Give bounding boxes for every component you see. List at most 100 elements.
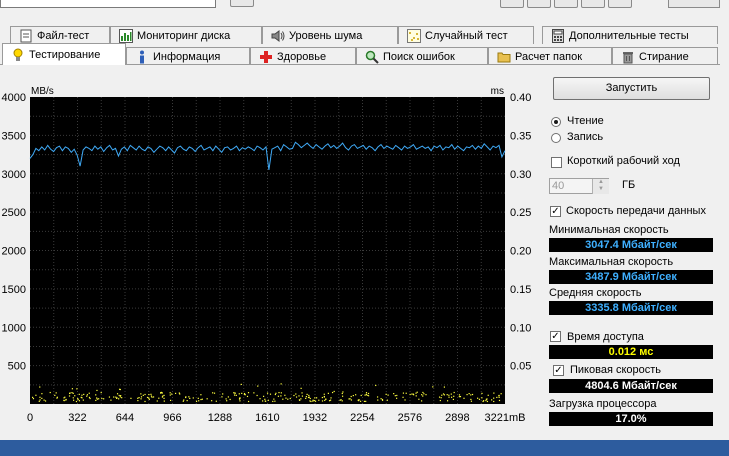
access-time-point	[486, 400, 489, 403]
speaker-icon	[271, 29, 285, 43]
copy-image-button[interactable]	[554, 0, 578, 8]
access-time-point	[301, 392, 303, 394]
tab-label: Дополнительные тесты	[569, 29, 689, 42]
copy-text-button[interactable]	[527, 0, 551, 8]
access-time-point	[221, 396, 223, 398]
access-time-point	[215, 400, 217, 402]
access-time-point	[500, 393, 502, 395]
tab-label: Информация	[153, 50, 221, 63]
access-time-point	[478, 398, 481, 400]
folder-icon	[497, 50, 511, 64]
y-left-tick-label: 2500	[2, 207, 26, 219]
access-time-point	[68, 395, 71, 397]
spin-down-button[interactable]: ▼	[592, 186, 609, 194]
x-tick-label: 1932	[303, 412, 327, 424]
tab-file-test[interactable]: Файл-тест	[10, 26, 110, 44]
min-speed-label: Минимальная скорость	[549, 224, 669, 236]
copy-button[interactable]	[500, 0, 524, 8]
access-time-point	[405, 392, 407, 394]
access-time-point	[118, 388, 121, 390]
tab-error-scan[interactable]: Поиск ошибок	[356, 47, 488, 65]
drive-select-field[interactable]	[0, 0, 216, 8]
drive-info-button[interactable]	[668, 0, 720, 8]
x-tick-label: 3221mB	[485, 412, 526, 424]
access-time-point	[188, 396, 190, 398]
access-time-point	[421, 400, 423, 402]
access-time-point	[266, 392, 269, 394]
tab-noise-level[interactable]: Уровень шума	[262, 26, 398, 44]
access-time-point	[355, 394, 357, 396]
access-time-point	[376, 396, 379, 398]
access-time-point	[458, 396, 460, 398]
transfer-rate-checkbox[interactable]: ✓	[550, 206, 561, 217]
access-time-point	[425, 394, 427, 396]
access-time-point	[151, 396, 153, 398]
y-left-tick-label: 3000	[2, 169, 26, 181]
access-time-point	[72, 397, 74, 399]
tab-disk-monitor[interactable]: Мониторинг диска	[110, 26, 262, 44]
access-time-point	[314, 400, 317, 402]
access-time-point	[74, 395, 76, 397]
access-time-point	[226, 400, 228, 402]
access-time-point	[198, 400, 200, 402]
access-time-point	[458, 394, 461, 396]
access-time-point	[80, 396, 82, 398]
tab-erase[interactable]: Стирание	[612, 47, 718, 65]
access-time-point	[402, 392, 405, 394]
access-time-point	[453, 395, 455, 397]
x-tick-label: 644	[116, 412, 134, 424]
tab-extra-tests[interactable]: Дополнительные тесты	[542, 26, 718, 44]
exit-button[interactable]	[230, 0, 254, 7]
access-time-point	[192, 397, 194, 399]
access-time-point	[71, 388, 74, 390]
burst-rate-label: Пиковая скорость	[570, 364, 662, 376]
access-time-point	[213, 392, 216, 394]
y-right-unit: ms	[491, 86, 504, 97]
access-time-point	[73, 399, 75, 401]
short-stroke-checkbox[interactable]	[551, 157, 562, 168]
tab-folder-usage[interactable]: Расчет папок	[488, 47, 612, 65]
access-time-point	[421, 394, 423, 396]
access-time-value: 0.012 мс	[549, 345, 713, 359]
access-time-point	[197, 397, 199, 399]
access-time-point	[146, 396, 149, 399]
access-time-point	[163, 400, 165, 402]
access-time-point	[116, 397, 118, 399]
access-time-point	[377, 399, 379, 401]
access-time-point	[234, 392, 236, 394]
access-time-point	[108, 396, 111, 398]
access-time-point	[453, 391, 455, 394]
tab-random-test[interactable]: Случайный тест	[398, 26, 534, 44]
access-time-point	[137, 397, 139, 399]
burst-rate-value: 4804.6 Мбайт/сек	[549, 379, 713, 393]
access-time-point	[350, 395, 352, 398]
options-button[interactable]	[608, 0, 632, 8]
tab-health[interactable]: Здоровье	[250, 47, 356, 65]
access-time-checkbox[interactable]: ✓	[550, 331, 561, 342]
burst-rate-checkbox[interactable]: ✓	[553, 365, 564, 376]
write-radio[interactable]	[551, 133, 561, 143]
y-left-tick-label: 4000	[2, 92, 26, 104]
access-time-point	[269, 393, 272, 395]
tab-info[interactable]: Информация	[126, 47, 250, 65]
access-time-point	[83, 393, 85, 396]
access-time-point	[498, 399, 501, 402]
access-time-point	[82, 399, 84, 401]
read-radio[interactable]	[551, 117, 561, 127]
tab-benchmark[interactable]: Тестирование	[2, 43, 126, 65]
access-time-point	[443, 386, 445, 388]
save-button[interactable]	[581, 0, 605, 8]
y-left-tick-label: 2000	[2, 246, 26, 258]
access-time-point	[163, 397, 165, 399]
access-time-point	[450, 393, 452, 395]
access-time-point	[366, 394, 368, 396]
access-time-point	[448, 396, 450, 398]
access-time-point	[96, 397, 98, 399]
y-right-tick-label: 0.20	[510, 246, 531, 258]
access-time-point	[69, 392, 71, 394]
start-button[interactable]: Запустить	[553, 77, 710, 100]
access-time-point	[485, 398, 487, 400]
access-time-point	[274, 393, 276, 396]
access-time-point	[275, 392, 277, 394]
access-time-point	[470, 398, 472, 401]
